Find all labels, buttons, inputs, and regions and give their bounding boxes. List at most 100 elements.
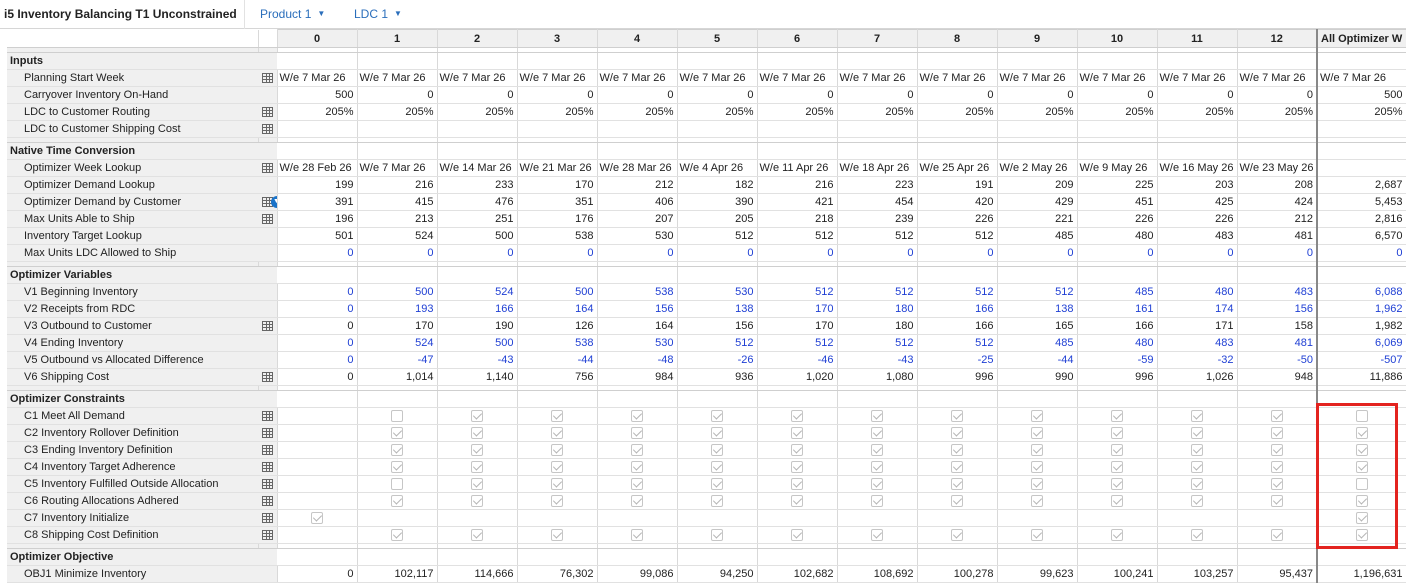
checkbox[interactable] (871, 461, 883, 474)
column-header[interactable]: 3 (517, 29, 598, 48)
checkbox[interactable] (1111, 444, 1123, 457)
value-cell[interactable]: 351 (517, 193, 598, 211)
value-cell[interactable]: W/e 7 Mar 26 (437, 69, 518, 87)
value-cell[interactable]: -25 (917, 351, 998, 369)
value-cell[interactable]: 205% (357, 103, 438, 121)
value-cell[interactable]: 207 (597, 210, 678, 228)
value-cell[interactable]: W/e 7 Mar 26 (1157, 69, 1238, 87)
checkbox[interactable] (1355, 410, 1368, 423)
value-cell[interactable]: 512 (677, 227, 758, 245)
value-cell[interactable]: 0 (357, 86, 438, 104)
value-cell[interactable]: 481 (1237, 227, 1318, 245)
value-cell[interactable]: -44 (997, 351, 1078, 369)
column-header[interactable]: 5 (677, 29, 758, 48)
value-cell[interactable]: 226 (917, 210, 998, 228)
checkbox[interactable] (631, 427, 643, 440)
checkbox[interactable] (1355, 478, 1368, 491)
checkbox[interactable] (871, 444, 883, 457)
value-cell[interactable]: 2,816 (1316, 210, 1406, 228)
value-cell[interactable]: 164 (597, 317, 678, 335)
value-cell[interactable]: 530 (597, 334, 678, 352)
value-cell[interactable]: 0 (997, 86, 1078, 104)
table-icon[interactable] (261, 321, 273, 332)
table-icon[interactable] (261, 496, 273, 507)
value-cell[interactable]: -59 (1077, 351, 1158, 369)
checkbox[interactable] (631, 461, 643, 474)
value-cell[interactable]: 512 (917, 283, 998, 301)
value-cell[interactable]: -47 (357, 351, 438, 369)
value-cell[interactable]: 0 (277, 368, 358, 386)
value-cell[interactable] (837, 120, 918, 138)
value-cell[interactable]: 166 (917, 317, 998, 335)
checkbox[interactable] (1270, 427, 1283, 440)
checkbox[interactable] (631, 410, 643, 423)
checkbox[interactable] (871, 495, 883, 508)
value-cell[interactable]: 199 (277, 176, 358, 194)
checkbox[interactable] (1355, 495, 1368, 508)
value-cell[interactable]: 6,088 (1316, 283, 1406, 301)
value-cell[interactable]: 0 (517, 244, 598, 262)
value-cell[interactable]: 0 (677, 86, 758, 104)
checkbox[interactable] (1111, 495, 1123, 508)
value-cell[interactable]: W/e 25 Apr 26 (917, 159, 998, 177)
value-cell[interactable] (597, 120, 678, 138)
checkbox[interactable] (791, 529, 803, 542)
value-cell[interactable]: 208 (1237, 176, 1318, 194)
value-cell[interactable]: 391 (277, 193, 358, 211)
checkbox[interactable] (711, 427, 723, 440)
checkbox[interactable] (551, 478, 563, 491)
checkbox[interactable] (711, 410, 723, 423)
value-cell[interactable]: W/e 11 Apr 26 (757, 159, 838, 177)
value-cell[interactable]: 216 (757, 176, 838, 194)
value-cell[interactable]: 102,117 (357, 565, 438, 583)
checkbox[interactable] (1191, 444, 1203, 457)
value-cell[interactable]: 239 (837, 210, 918, 228)
checkbox[interactable] (711, 478, 723, 491)
value-cell[interactable]: 0 (597, 244, 678, 262)
value-cell[interactable] (517, 120, 598, 138)
value-cell[interactable]: 0 (757, 86, 838, 104)
value-cell[interactable]: 205% (437, 103, 518, 121)
checkbox[interactable] (1270, 478, 1283, 491)
checkbox[interactable] (471, 410, 483, 423)
checkbox[interactable] (1191, 461, 1203, 474)
value-cell[interactable]: W/e 7 Mar 26 (357, 159, 438, 177)
value-cell[interactable]: 226 (1077, 210, 1158, 228)
value-cell[interactable]: 176 (517, 210, 598, 228)
value-cell[interactable]: 99,086 (597, 565, 678, 583)
checkbox[interactable] (1355, 512, 1368, 525)
checkbox[interactable] (711, 444, 723, 457)
table-icon[interactable] (261, 530, 273, 541)
value-cell[interactable]: 205% (597, 103, 678, 121)
value-cell[interactable]: 1,982 (1316, 317, 1406, 335)
value-cell[interactable]: 193 (357, 300, 438, 318)
value-cell[interactable]: 481 (1237, 334, 1318, 352)
value-cell[interactable]: 0 (1077, 244, 1158, 262)
value-cell[interactable]: 216 (357, 176, 438, 194)
value-cell[interactable] (357, 120, 438, 138)
checkbox[interactable] (391, 461, 403, 474)
checkbox[interactable] (951, 410, 963, 423)
value-cell[interactable]: W/e 7 Mar 26 (757, 69, 838, 87)
value-cell[interactable]: 530 (677, 283, 758, 301)
value-cell[interactable] (997, 120, 1078, 138)
checkbox[interactable] (551, 495, 563, 508)
value-cell[interactable]: 500 (277, 86, 358, 104)
checkbox[interactable] (1191, 495, 1203, 508)
value-cell[interactable]: 182 (677, 176, 758, 194)
column-header[interactable]: 7 (837, 29, 918, 48)
value-cell[interactable]: 483 (1157, 227, 1238, 245)
value-cell[interactable]: W/e 7 Mar 26 (1077, 69, 1158, 87)
value-cell[interactable]: 99,623 (997, 565, 1078, 583)
value-cell[interactable] (1237, 120, 1318, 138)
value-cell[interactable]: 190 (437, 317, 518, 335)
checkbox[interactable] (1031, 529, 1043, 542)
checkbox[interactable] (791, 478, 803, 491)
value-cell[interactable]: W/e 7 Mar 26 (1237, 69, 1318, 87)
checkbox[interactable] (1270, 495, 1283, 508)
checkbox[interactable] (951, 461, 963, 474)
value-cell[interactable]: W/e 21 Mar 26 (517, 159, 598, 177)
table-icon[interactable] (261, 372, 273, 383)
value-cell[interactable]: 948 (1237, 368, 1318, 386)
value-cell[interactable]: 114,666 (437, 565, 518, 583)
